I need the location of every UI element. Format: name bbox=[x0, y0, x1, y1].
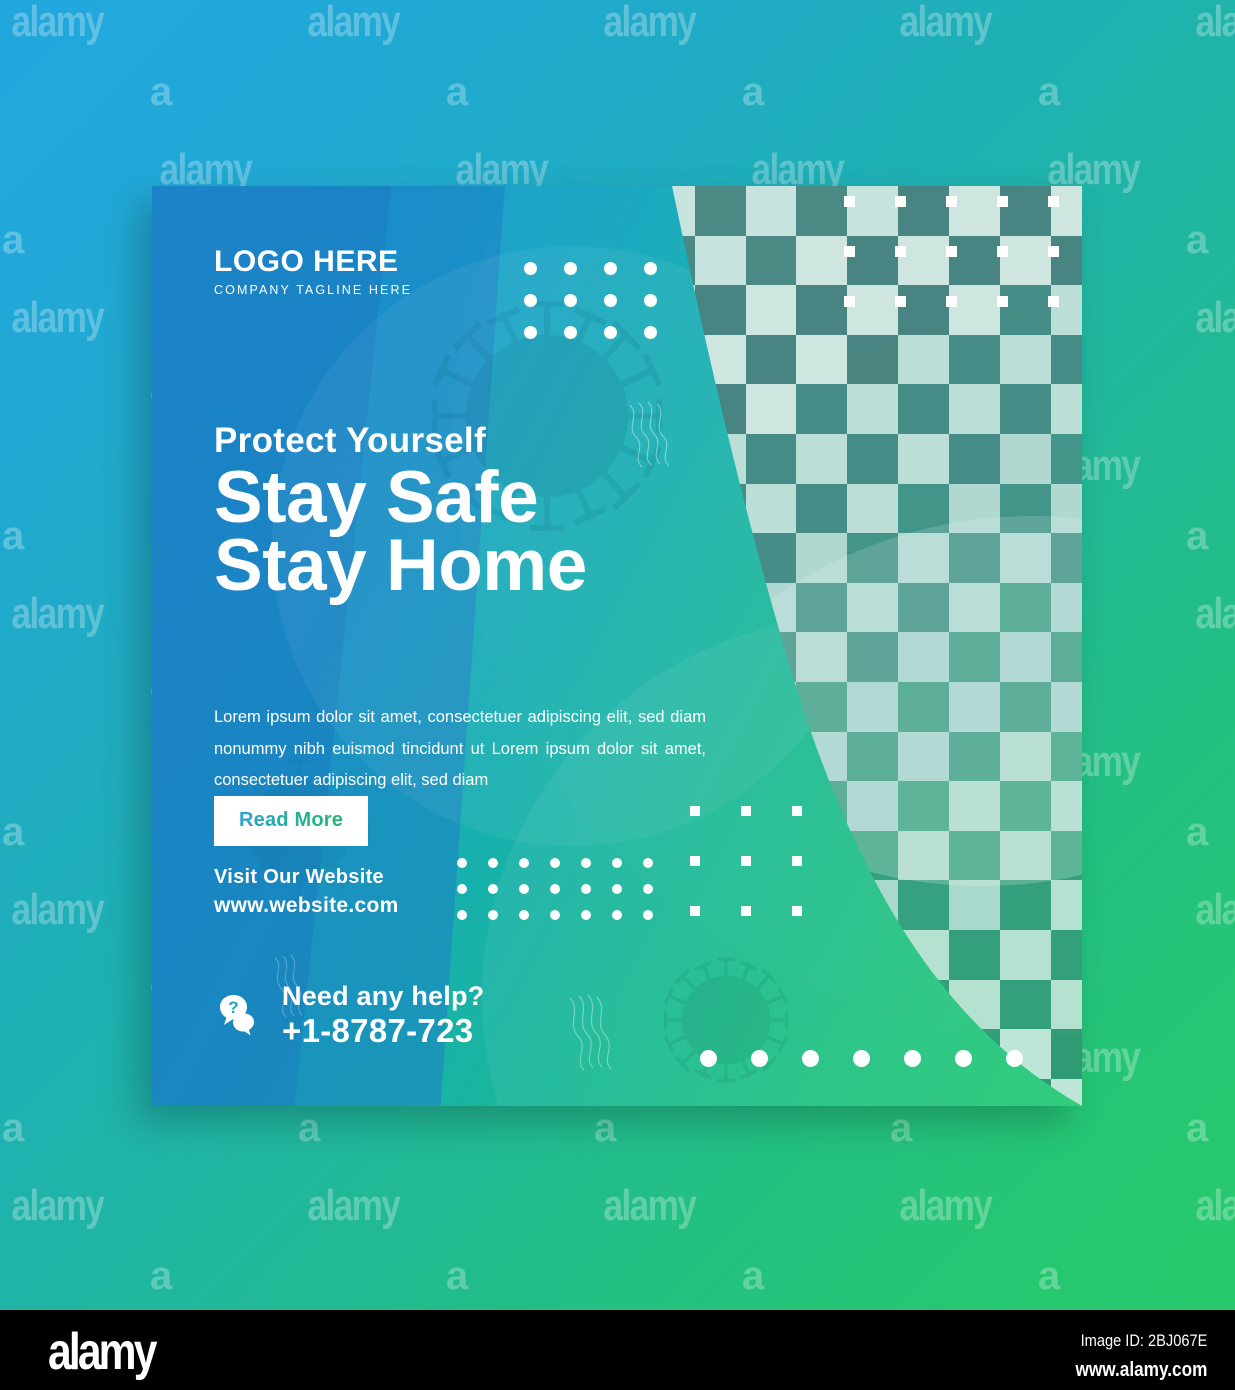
logo-block: LOGO HERE COMPANY TAGLINE HERE bbox=[214, 246, 412, 297]
watermark-letter: a bbox=[446, 1254, 468, 1298]
help-phone[interactable]: +1-8787-723 bbox=[282, 1014, 484, 1049]
body-copy: Lorem ipsum dolor sit amet, consectetuer… bbox=[214, 708, 706, 790]
image-id-label: Image ID: 2BJ067E bbox=[1080, 1331, 1207, 1350]
help-question: Need any help? bbox=[282, 981, 485, 1011]
watermark-text: alamy bbox=[1195, 589, 1235, 638]
svg-text:?: ? bbox=[228, 998, 238, 1017]
watermark-text: alamy bbox=[1195, 1181, 1235, 1230]
watermark-text: alamy bbox=[603, 1181, 696, 1230]
watermark-text: alamy bbox=[1195, 885, 1235, 934]
watermark-letter: a bbox=[298, 1106, 320, 1150]
watermark-letter: a bbox=[1186, 810, 1208, 854]
footer-meta: Image ID: 2BJ067E www.alamy.com bbox=[1075, 1328, 1207, 1386]
watermark-text: alamy bbox=[1195, 0, 1235, 46]
watermark-letter: a bbox=[1038, 1254, 1060, 1298]
help-text-wrap: Need any help? +1-8787-723 bbox=[282, 982, 484, 1049]
watermark-letter: a bbox=[150, 1254, 172, 1298]
watermark-text: alamy bbox=[899, 1181, 992, 1230]
watermark-letter: a bbox=[1186, 218, 1208, 262]
watermark-letter: a bbox=[1186, 1106, 1208, 1150]
help-block: ? Need any help? +1-8787-723 bbox=[214, 982, 484, 1049]
watermark-letter: a bbox=[446, 70, 468, 114]
watermark-letter: a bbox=[150, 70, 172, 114]
website-label: Visit Our Website bbox=[214, 866, 384, 888]
logo-tagline: COMPANY TAGLINE HERE bbox=[214, 282, 413, 297]
watermark-text: alamy bbox=[603, 0, 696, 46]
watermark-text: alamy bbox=[307, 0, 400, 46]
watermark-letter: a bbox=[1038, 70, 1060, 114]
poster-content: LOGO HERE COMPANY TAGLINE HERE Protect Y… bbox=[152, 186, 1082, 1106]
watermark-text: alamy bbox=[11, 885, 104, 934]
alamy-logo: alamy bbox=[48, 1323, 157, 1381]
read-more-label: Read More bbox=[239, 809, 344, 831]
watermark-letter: a bbox=[2, 810, 24, 854]
alamy-url: www.alamy.com bbox=[1075, 1358, 1207, 1381]
watermark-letter: a bbox=[594, 1106, 616, 1150]
poster-card: LOGO HERE COMPANY TAGLINE HERE Protect Y… bbox=[152, 186, 1082, 1106]
watermark-letter: a bbox=[1186, 514, 1208, 558]
watermark-text: alamy bbox=[11, 293, 104, 342]
watermark-letter: a bbox=[742, 70, 764, 114]
watermark-text: alamy bbox=[307, 1181, 400, 1230]
headline-block: Protect Yourself Stay Safe Stay Home bbox=[214, 421, 587, 607]
watermark-text: alamy bbox=[1195, 293, 1235, 342]
website-block: Visit Our Website www.website.com bbox=[214, 866, 399, 918]
screenshot-stage: alamy a alamy a alamy a alamy a alamy a alamy a alam… bbox=[0, 0, 1235, 1390]
watermark-text: alamy bbox=[11, 1181, 104, 1230]
read-more-button[interactable]: Read More bbox=[214, 796, 369, 846]
watermark-letter: a bbox=[890, 1106, 912, 1150]
headline-line-2: Stay Home bbox=[214, 525, 587, 607]
headline-eyebrow: Protect Yourself bbox=[214, 421, 486, 460]
watermark-letter: a bbox=[2, 1106, 24, 1150]
chat-question-icon: ? bbox=[214, 991, 264, 1039]
watermark-letter: a bbox=[2, 514, 24, 558]
watermark-text: alamy bbox=[899, 0, 992, 46]
website-url[interactable]: www.website.com bbox=[214, 894, 399, 918]
watermark-letter: a bbox=[742, 1254, 764, 1298]
headline-line-1: Stay Safe bbox=[214, 456, 539, 538]
watermark-text: alamy bbox=[11, 0, 104, 46]
logo-title: LOGO HERE bbox=[214, 245, 399, 278]
watermark-letter: a bbox=[2, 218, 24, 262]
watermark-text: alamy bbox=[11, 589, 104, 638]
alamy-footer-bar: alamy Image ID: 2BJ067E www.alamy.com bbox=[0, 1310, 1235, 1390]
